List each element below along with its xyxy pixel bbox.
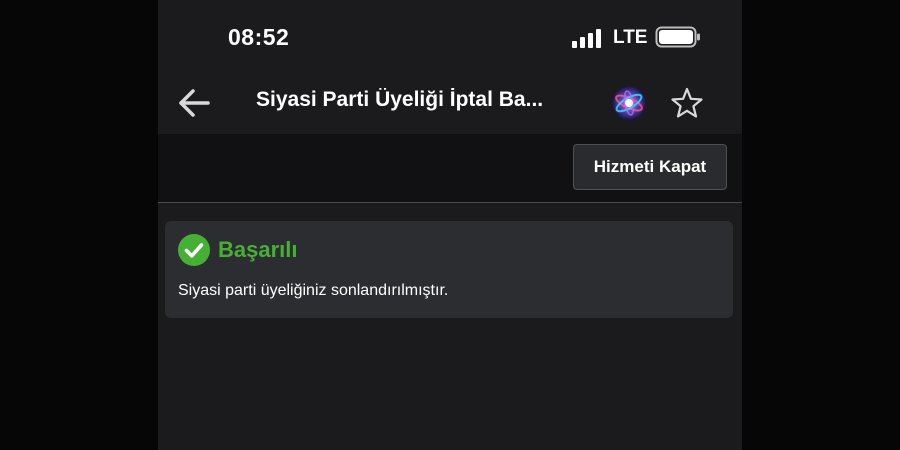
status-bar: 08:52 LTE: [158, 0, 742, 72]
close-service-button[interactable]: Hizmeti Kapat: [573, 144, 727, 190]
check-circle-icon: [178, 234, 210, 266]
status-time: 08:52: [228, 24, 290, 50]
arrow-left-icon[interactable]: [176, 86, 212, 120]
content-area: Başarılı Siyasi parti üyeliğiniz sonland…: [158, 203, 742, 450]
phone-screen: 08:52 LTE Siyasi Parti Üyeliği İptal Ba.…: [158, 0, 742, 450]
page-title: Siyasi Parti Üyeliği İptal Ba...: [256, 88, 544, 111]
toolbar: Hizmeti Kapat: [158, 134, 742, 203]
navigation-bar: Siyasi Parti Üyeliği İptal Ba...: [158, 72, 742, 134]
signal-bars-icon: [572, 29, 601, 48]
success-title: Başarılı: [218, 237, 298, 262]
success-alert: Başarılı Siyasi parti üyeliğiniz sonland…: [165, 221, 733, 318]
success-message: Siyasi parti üyeliğiniz sonlandırılmıştı…: [178, 282, 449, 299]
star-outline-icon[interactable]: [670, 86, 704, 120]
network-type: LTE: [613, 27, 648, 48]
battery-icon: [655, 26, 700, 48]
siri-icon[interactable]: [611, 85, 647, 121]
